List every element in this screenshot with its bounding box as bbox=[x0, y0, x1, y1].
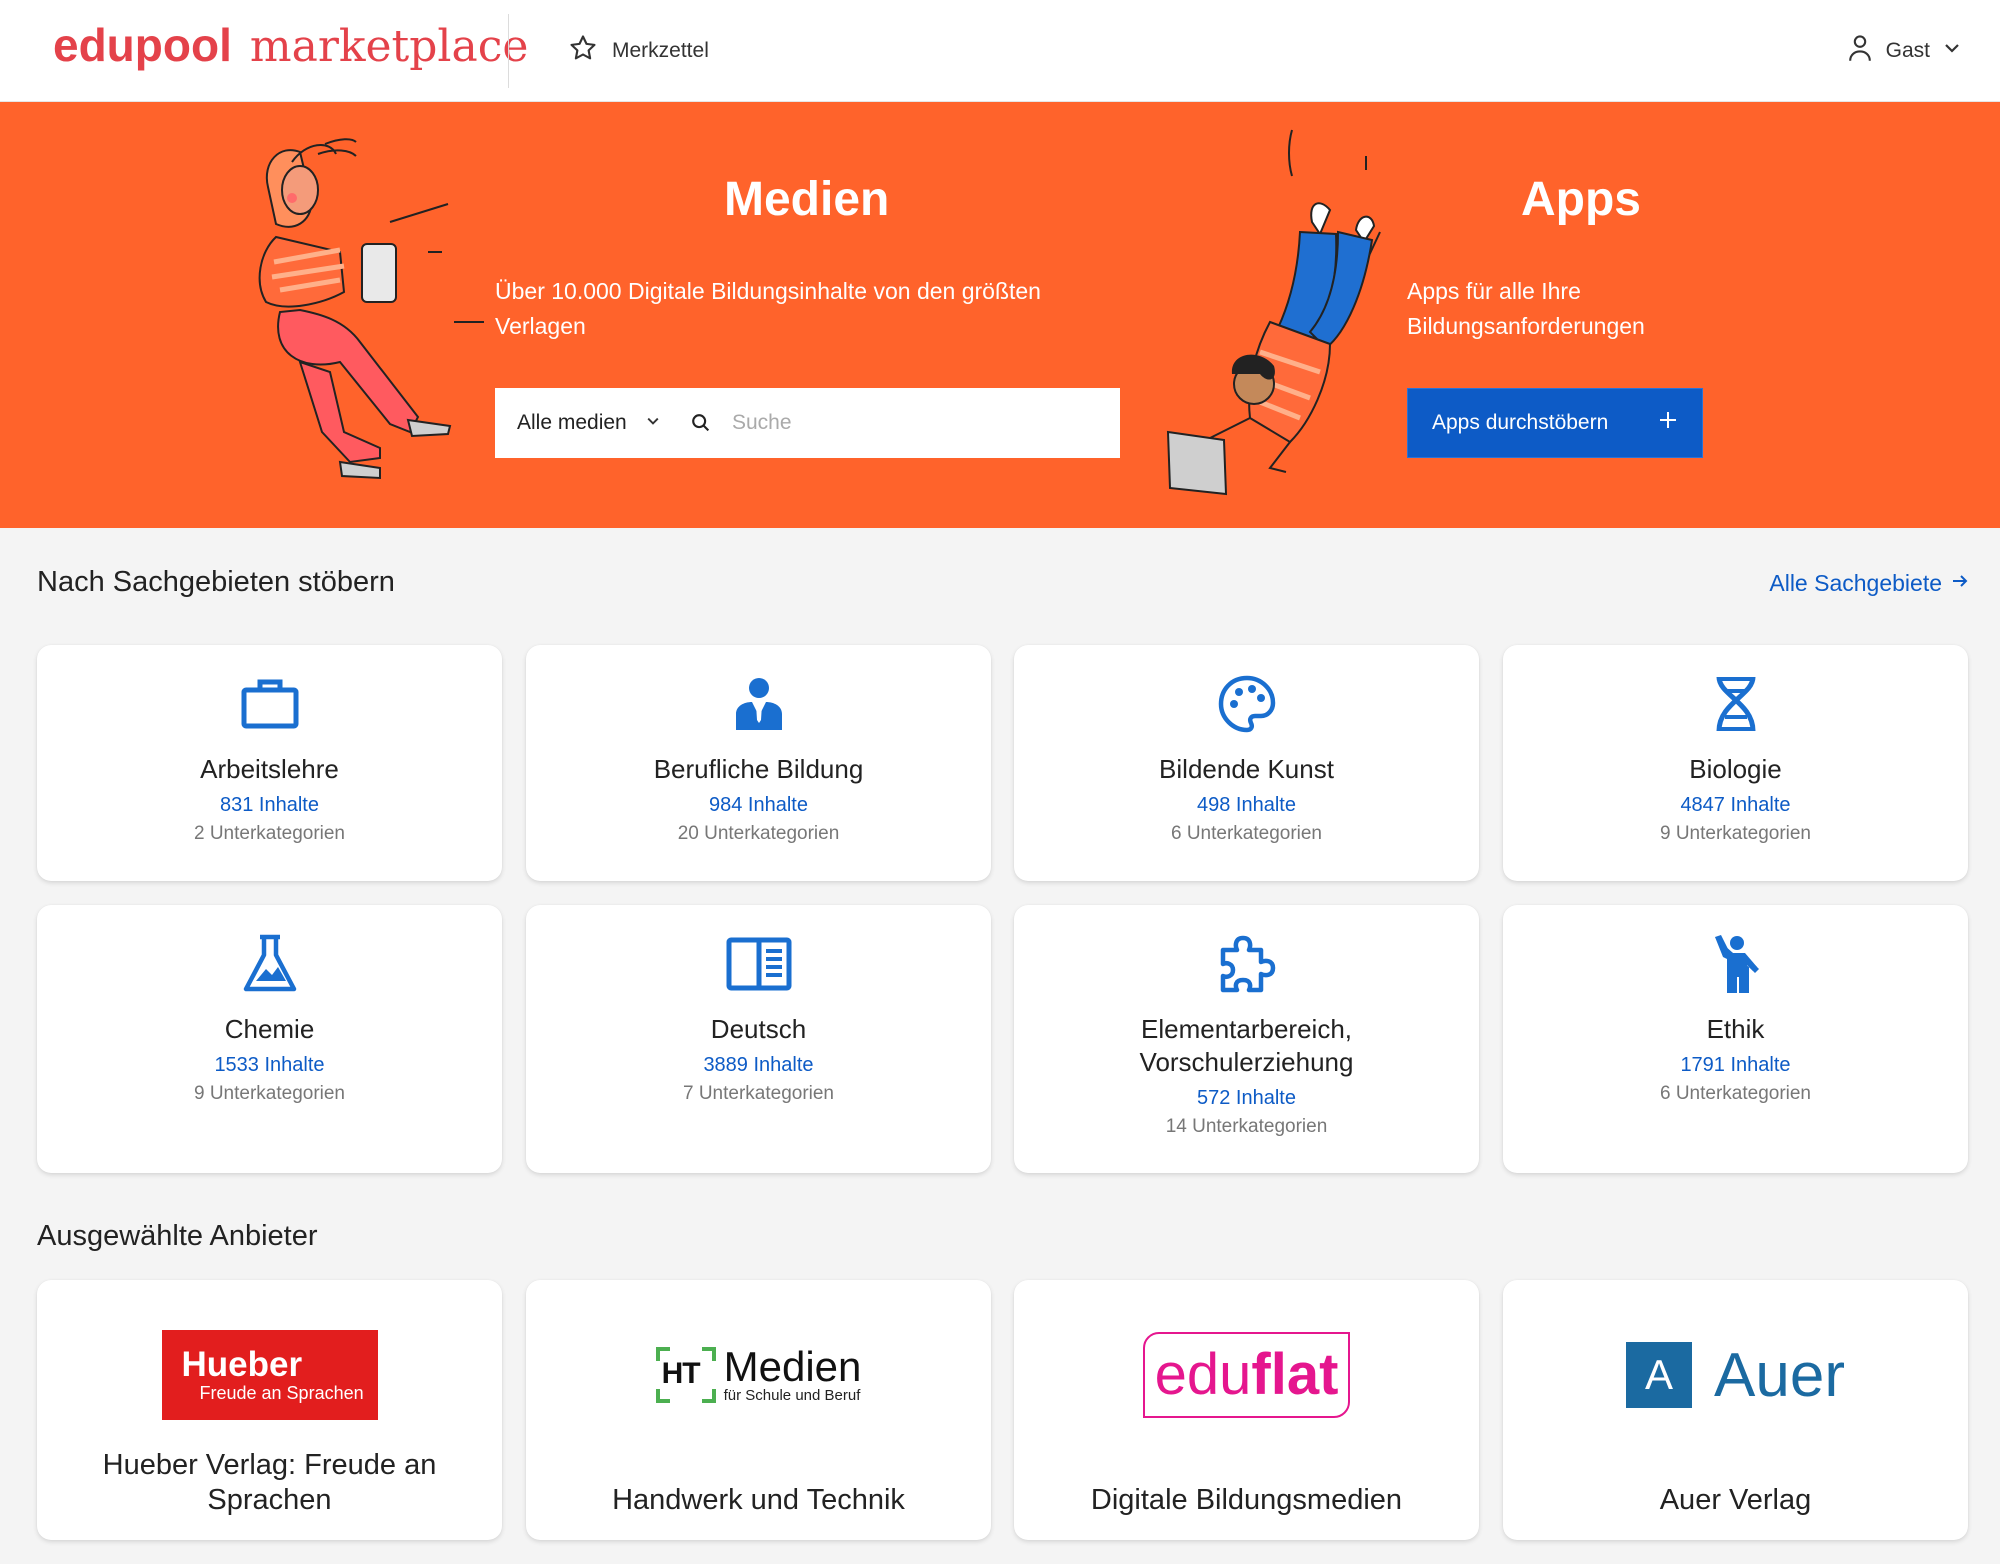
provider-card-eduflat[interactable]: eduflat Digitale Bildungsmedien bbox=[1014, 1280, 1479, 1540]
category-card-bildende-kunst[interactable]: Bildende Kunst 498 Inhalte 6 Unterkatego… bbox=[1014, 645, 1479, 881]
user-menu[interactable]: Gast bbox=[1846, 32, 1962, 70]
provider-card-ht-medien[interactable]: HT Medien für Schule und Beruf Handwerk … bbox=[526, 1280, 991, 1540]
category-card-biologie[interactable]: Biologie 4847 Inhalte 9 Unterkategorien bbox=[1503, 645, 1968, 881]
auer-logo: A Auer bbox=[1503, 1320, 1968, 1430]
user-icon bbox=[1846, 33, 1874, 69]
category-count: 984 Inhalte bbox=[709, 794, 808, 816]
category-count: 831 Inhalte bbox=[220, 794, 319, 816]
apps-title: Apps bbox=[1521, 173, 1641, 226]
arrow-right-icon bbox=[1950, 570, 1970, 597]
palette-icon bbox=[1217, 673, 1277, 735]
header-divider bbox=[508, 14, 509, 88]
category-subcount: 7 Unterkategorien bbox=[682, 1083, 835, 1104]
dna-icon bbox=[1711, 673, 1761, 735]
provider-name: Handwerk und Technik bbox=[612, 1484, 905, 1516]
category-card-chemie[interactable]: Chemie 1533 Inhalte 9 Unterkategorien bbox=[37, 905, 502, 1173]
provider-name: Auer Verlag bbox=[1659, 1484, 1812, 1516]
media-type-select[interactable]: Alle medien bbox=[495, 411, 680, 435]
category-subcount: 9 Unterkategorien bbox=[1659, 823, 1812, 844]
logo-marketplace-text: marketplace bbox=[249, 21, 529, 72]
provider-card-hueber[interactable]: Hueber Freude an Sprachen Hueber Verlag:… bbox=[37, 1280, 502, 1540]
category-name: Arbeitslehre bbox=[200, 754, 339, 784]
user-label: Gast bbox=[1885, 39, 1930, 62]
medien-title: Medien bbox=[724, 173, 890, 226]
briefcase-icon bbox=[240, 673, 300, 735]
flask-icon bbox=[242, 933, 298, 995]
category-count: 3889 Inhalte bbox=[703, 1054, 814, 1076]
apps-browse-label: Apps durchstöbern bbox=[1432, 411, 1609, 434]
hueber-logo: Hueber Freude an Sprachen bbox=[37, 1320, 502, 1430]
category-card-deutsch[interactable]: Deutsch 3889 Inhalte 7 Unterkategorien bbox=[526, 905, 991, 1173]
apps-description: Apps für alle Ihre Bildungsanforderungen bbox=[1407, 278, 1645, 339]
search-bar: Alle medien bbox=[495, 388, 1120, 458]
star-icon bbox=[568, 33, 598, 69]
providers-section-title: Ausgewählte Anbieter bbox=[37, 1220, 318, 1252]
category-name: Bildende Kunst bbox=[1159, 754, 1334, 784]
category-name: Chemie bbox=[224, 1014, 315, 1044]
chevron-down-icon bbox=[1942, 38, 1962, 64]
category-name: Elementarbereich, Vorschulerziehung bbox=[1139, 1014, 1354, 1077]
person-tie-icon bbox=[734, 673, 784, 735]
category-name: Berufliche Bildung bbox=[653, 754, 864, 784]
media-type-value: Alle medien bbox=[517, 411, 627, 434]
category-count: 1533 Inhalte bbox=[214, 1054, 325, 1076]
falling-person-laptop-illustration bbox=[1166, 129, 1381, 496]
woman-with-tablet-illustration bbox=[258, 138, 484, 480]
category-count: 4847 Inhalte bbox=[1680, 794, 1791, 816]
category-name: Ethik bbox=[1706, 1014, 1765, 1044]
search-input[interactable] bbox=[732, 411, 1062, 435]
person-raised-hand-icon bbox=[1711, 933, 1761, 995]
all-categories-link[interactable]: Alle Sachgebiete bbox=[1769, 570, 1970, 597]
category-name: Deutsch bbox=[710, 1014, 807, 1044]
merkzettel-link[interactable]: Merkzettel bbox=[568, 32, 709, 70]
category-count: 498 Inhalte bbox=[1197, 794, 1296, 816]
category-count: 572 Inhalte bbox=[1197, 1087, 1296, 1109]
eduflat-logo: eduflat bbox=[1014, 1320, 1479, 1430]
search-icon[interactable] bbox=[690, 412, 712, 434]
apps-browse-button[interactable]: Apps durchstöbern bbox=[1407, 388, 1703, 458]
all-categories-label: Alle Sachgebiete bbox=[1769, 570, 1942, 596]
hero-banner: Medien Über 10.000 Digitale Bildungsinha… bbox=[0, 102, 2000, 528]
category-subcount: 2 Unterkategorien bbox=[193, 823, 346, 844]
provider-card-auer[interactable]: A Auer Auer Verlag bbox=[1503, 1280, 1968, 1540]
logo-edupool-text: edupool bbox=[53, 19, 232, 71]
ht-medien-logo: HT Medien für Schule und Beruf bbox=[526, 1320, 991, 1430]
categories-section-title: Nach Sachgebieten stöbern bbox=[37, 566, 395, 598]
category-card-berufliche-bildung[interactable]: Berufliche Bildung 984 Inhalte 20 Unterk… bbox=[526, 645, 991, 881]
puzzle-icon bbox=[1217, 933, 1277, 995]
category-card-elementarbereich[interactable]: Elementarbereich, Vorschulerziehung 572 … bbox=[1014, 905, 1479, 1173]
merkzettel-label: Merkzettel bbox=[612, 39, 709, 62]
category-card-arbeitslehre[interactable]: Arbeitslehre 831 Inhalte 2 Unterkategori… bbox=[37, 645, 502, 881]
edupool-logo[interactable]: edupool marketplace bbox=[53, 18, 528, 78]
book-open-icon bbox=[726, 933, 792, 995]
category-subcount: 9 Unterkategorien bbox=[193, 1083, 346, 1104]
chevron-down-icon bbox=[645, 411, 661, 435]
provider-name: Digitale Bildungsmedien bbox=[1090, 1484, 1403, 1516]
category-subcount: 6 Unterkategorien bbox=[1170, 823, 1323, 844]
category-subcount: 20 Unterkategorien bbox=[677, 823, 840, 844]
medien-description: Über 10.000 Digitale Bildungsinhalte von… bbox=[495, 278, 1041, 339]
plus-icon bbox=[1658, 410, 1678, 436]
category-name: Biologie bbox=[1689, 754, 1782, 784]
top-header: edupool marketplace Merkzettel Gast bbox=[0, 0, 2000, 102]
category-count: 1791 Inhalte bbox=[1680, 1054, 1791, 1076]
category-subcount: 6 Unterkategorien bbox=[1659, 1083, 1812, 1104]
category-subcount: 14 Unterkategorien bbox=[1165, 1116, 1328, 1137]
provider-name: Hueber Verlag: Freude an Sprachen bbox=[102, 1449, 437, 1516]
category-card-ethik[interactable]: Ethik 1791 Inhalte 6 Unterkategorien bbox=[1503, 905, 1968, 1173]
